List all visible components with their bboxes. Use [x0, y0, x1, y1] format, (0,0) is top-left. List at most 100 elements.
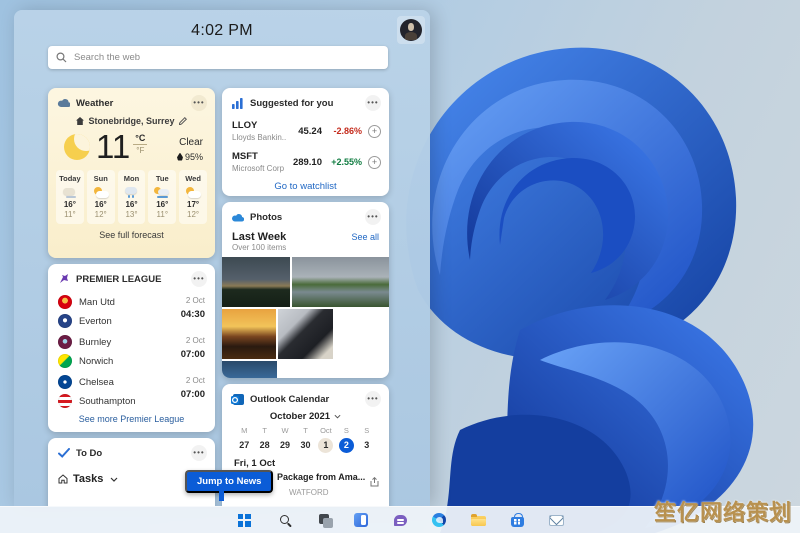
- calendar-menu-button[interactable]: •••: [365, 391, 381, 407]
- profile-button[interactable]: [397, 16, 425, 44]
- calendar-date[interactable]: 29: [275, 437, 295, 453]
- clear-night-moon-icon: [64, 134, 90, 160]
- start-button[interactable]: [233, 509, 255, 531]
- league-menu-button[interactable]: •••: [191, 271, 207, 287]
- photo-thumbnail[interactable]: [278, 309, 333, 359]
- add-to-watchlist-button[interactable]: +: [368, 156, 381, 169]
- league-title: PREMIER LEAGUE: [76, 274, 191, 285]
- calendar-date[interactable]: 27: [234, 437, 254, 453]
- weather-menu-button[interactable]: •••: [191, 95, 207, 111]
- edge-browser-icon[interactable]: [428, 509, 450, 531]
- watermark-text: 笙亿网络策划: [654, 495, 792, 527]
- chelsea-crest-icon: [58, 375, 72, 389]
- month-selector[interactable]: October 2021: [222, 411, 389, 422]
- microsoft-store-icon[interactable]: [506, 509, 528, 531]
- weather-widget: Weather ••• Stonebridge, Surrey 11 °C °F: [48, 88, 215, 258]
- forecast-day[interactable]: Mon 16° 13°: [118, 170, 146, 224]
- see-more-premier-league-link[interactable]: See more Premier League: [48, 414, 215, 424]
- todo-menu-button[interactable]: •••: [191, 445, 207, 461]
- add-to-watchlist-button[interactable]: +: [368, 125, 381, 138]
- humidity-drop-icon: [177, 153, 183, 161]
- chevron-down-icon: [110, 477, 118, 482]
- photo-thumbnail[interactable]: [222, 361, 277, 378]
- photos-group-title: Last Week: [232, 231, 351, 243]
- clock: 4:02 PM: [14, 22, 430, 40]
- search-bar[interactable]: [48, 46, 388, 69]
- unit-toggle[interactable]: °C °F: [133, 133, 147, 155]
- weather-icon: [185, 187, 201, 198]
- widgets-column-left: Weather ••• Stonebridge, Surrey 11 °C °F: [48, 88, 215, 506]
- precipitation-value: 95%: [185, 152, 203, 162]
- widgets-column-right: Suggested for you ••• LLOY Lloyds Bankin…: [222, 88, 389, 506]
- weather-icon: [123, 187, 139, 198]
- see-all-link[interactable]: See all: [351, 232, 379, 242]
- photos-widget: Photos ••• Last Week Over 100 items See …: [222, 202, 389, 378]
- fixture-row[interactable]: Burnley Norwich 2 Oct 07:00: [48, 331, 215, 371]
- tasks-home-icon: [58, 474, 68, 484]
- fixture-row[interactable]: Chelsea Southampton 2 Oct 07:00: [48, 371, 215, 411]
- forecast-day[interactable]: Today 16° 11°: [56, 170, 84, 224]
- weather-icon: [62, 187, 78, 198]
- photo-collage: [222, 257, 389, 378]
- photo-thumbnail[interactable]: [222, 309, 276, 359]
- condition-text: Clear: [179, 137, 203, 148]
- current-temperature: 11: [96, 130, 130, 163]
- stocks-widget: Suggested for you ••• LLOY Lloyds Bankin…: [222, 88, 389, 196]
- stocks-chart-icon: [231, 97, 244, 110]
- calendar-date[interactable]: 3: [357, 437, 377, 453]
- onedrive-cloud-icon: [231, 211, 244, 224]
- share-icon[interactable]: [370, 472, 379, 492]
- photos-menu-button[interactable]: •••: [365, 209, 381, 225]
- chevron-down-icon: [334, 414, 341, 419]
- photo-thumbnail[interactable]: [222, 257, 290, 307]
- stocks-menu-button[interactable]: •••: [365, 95, 381, 111]
- forecast-day[interactable]: Wed 17° 12°: [179, 170, 207, 224]
- forecast-strip: Today 16° 11° Sun 16° 12° Mon 16°: [48, 165, 215, 224]
- calendar-date-selected[interactable]: 2: [336, 437, 356, 453]
- stocks-title: Suggested for you: [250, 98, 365, 109]
- calendar-title: Outlook Calendar: [250, 394, 365, 405]
- jump-to-news-button[interactable]: Jump to News: [185, 470, 273, 493]
- widgets-panel: 4:02 PM Weather •••: [14, 10, 430, 506]
- weather-current: 11 °C °F Clear 95%: [48, 126, 215, 165]
- calendar-date[interactable]: 28: [254, 437, 274, 453]
- weather-cloud-icon: [57, 97, 70, 110]
- todo-title: To Do: [76, 448, 191, 459]
- weather-icon: [154, 187, 170, 198]
- chat-icon[interactable]: [389, 509, 411, 531]
- calendar-date-today[interactable]: 1: [316, 437, 336, 453]
- calendar-date[interactable]: 30: [295, 437, 315, 453]
- home-icon: [76, 117, 84, 125]
- edit-pencil-icon: [179, 117, 187, 125]
- photos-title: Photos: [250, 212, 365, 223]
- see-full-forecast-link[interactable]: See full forecast: [48, 230, 215, 240]
- forecast-day[interactable]: Sun 16° 12°: [87, 170, 115, 224]
- photos-count: Over 100 items: [232, 243, 351, 252]
- todo-check-icon: [57, 447, 70, 460]
- desktop: 4:02 PM Weather •••: [0, 0, 800, 533]
- task-view-icon[interactable]: [311, 509, 333, 531]
- go-to-watchlist-link[interactable]: Go to watchlist: [222, 181, 389, 192]
- search-icon: [56, 52, 67, 63]
- mail-icon[interactable]: [545, 509, 567, 531]
- premier-league-lion-icon: [57, 273, 70, 286]
- file-explorer-icon[interactable]: [467, 509, 489, 531]
- taskbar-search-icon[interactable]: [272, 509, 294, 531]
- premier-league-widget: PREMIER LEAGUE ••• Man Utd Everton 2 Oct…: [48, 264, 215, 432]
- weather-icon: [93, 187, 109, 198]
- burnley-crest-icon: [58, 335, 72, 349]
- weather-location[interactable]: Stonebridge, Surrey: [48, 116, 215, 126]
- fixture-row[interactable]: Man Utd Everton 2 Oct 04:30: [48, 291, 215, 331]
- norwich-crest-icon: [58, 354, 72, 368]
- stock-row[interactable]: LLOY Lloyds Bankin... 45.24 -2.86% +: [222, 115, 389, 146]
- widgets-icon[interactable]: [350, 509, 372, 531]
- photo-thumbnail[interactable]: [292, 257, 389, 307]
- everton-crest-icon: [58, 314, 72, 328]
- stock-row[interactable]: MSFT Microsoft Corp 289.10 +2.55% +: [222, 146, 389, 177]
- southampton-crest-icon: [58, 394, 72, 408]
- weather-condition-block: Clear 95%: [177, 132, 203, 162]
- search-input[interactable]: [74, 52, 380, 63]
- forecast-day[interactable]: Tue 16° 11°: [148, 170, 176, 224]
- user-avatar: [400, 19, 422, 41]
- weather-title: Weather: [76, 98, 191, 109]
